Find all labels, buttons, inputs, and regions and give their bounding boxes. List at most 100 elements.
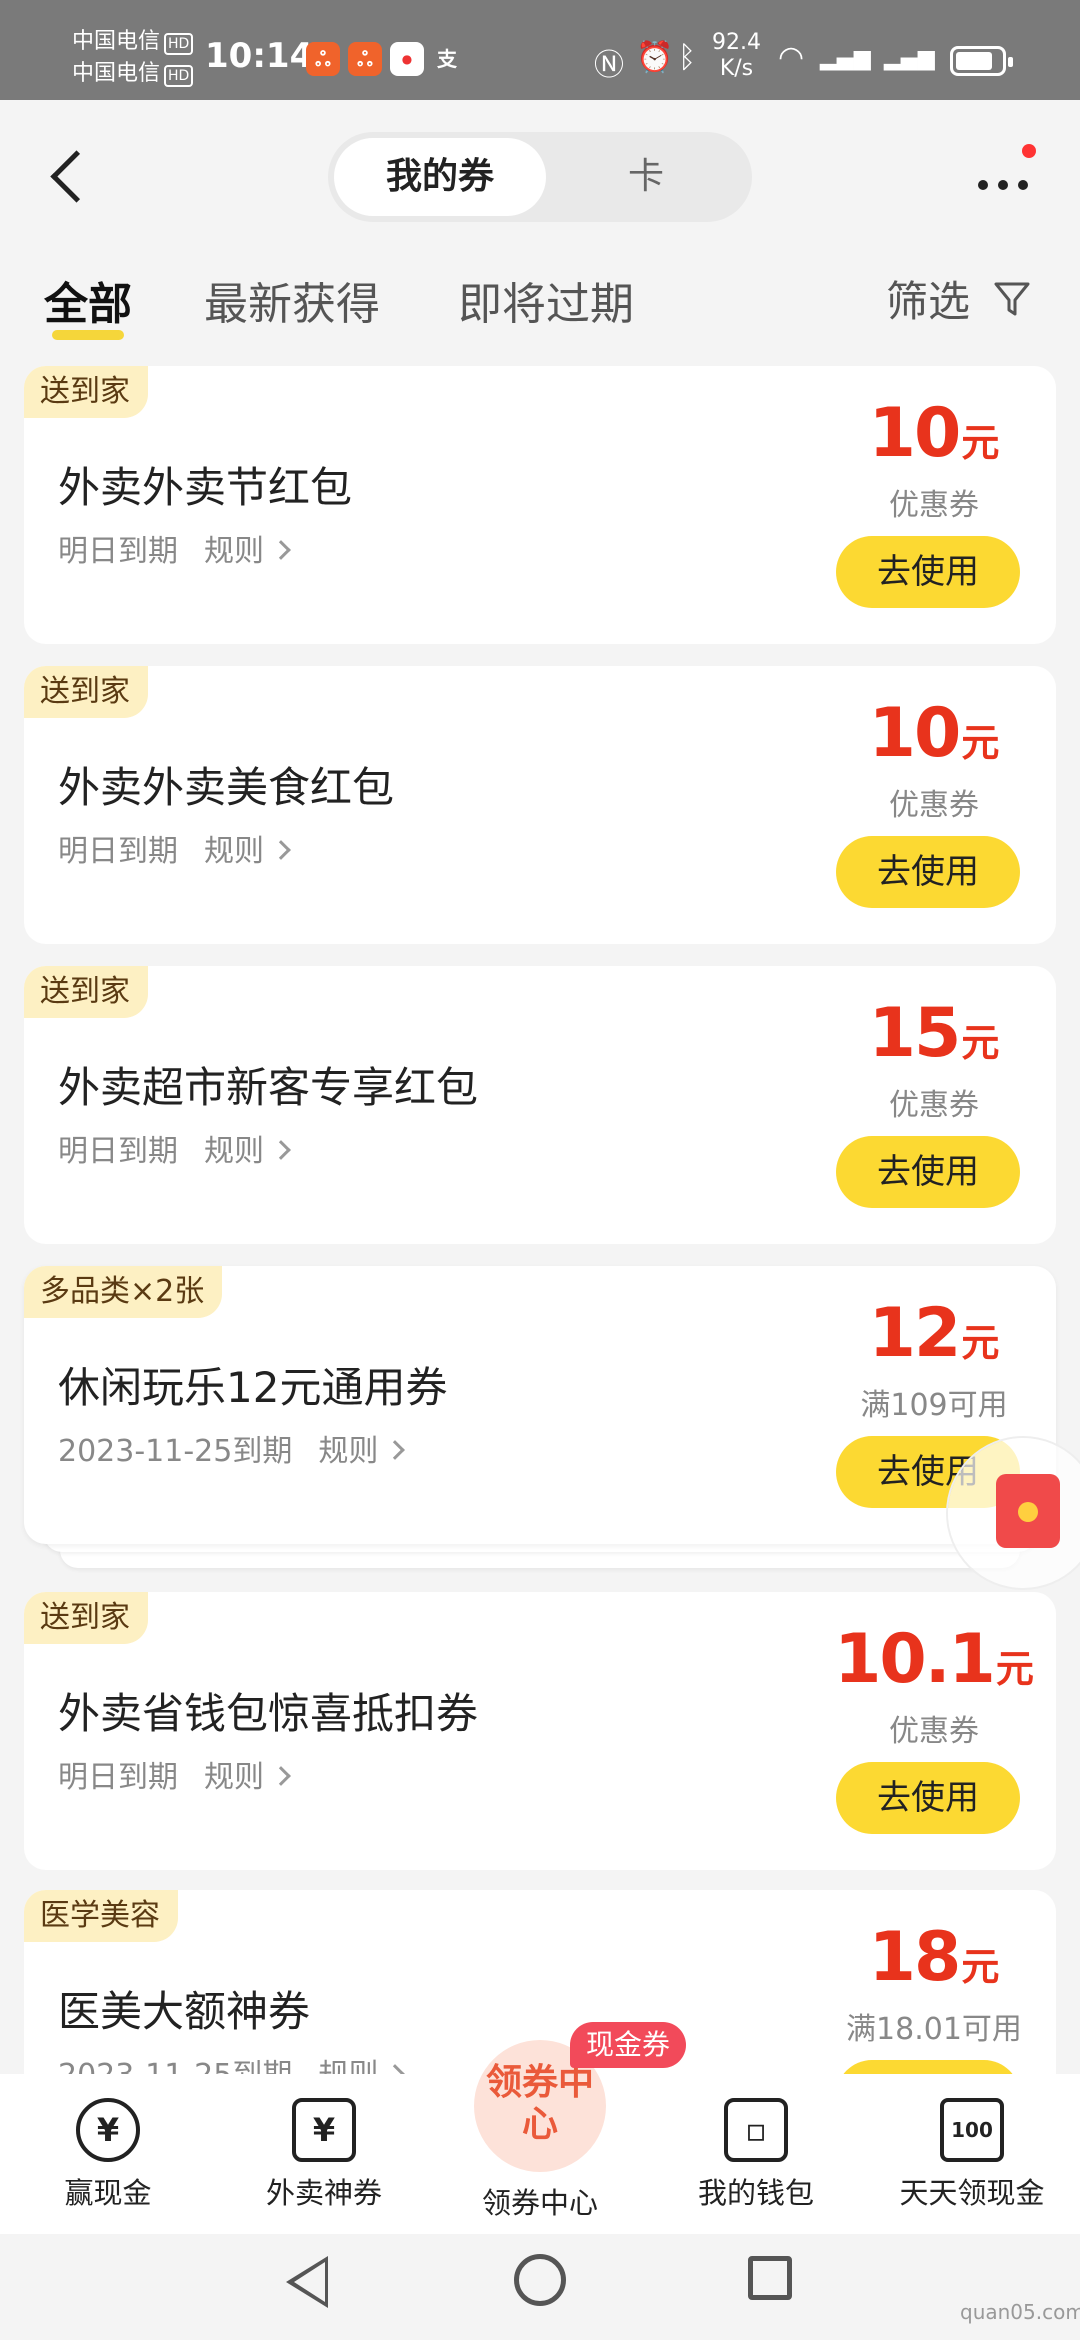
coupon-title: 医美大额神券: [58, 1987, 311, 2036]
nav-label: 天天领现金: [899, 2176, 1045, 2210]
coupon-expiry: 明日到期: [58, 1134, 178, 1169]
coupon-subtitle: 优惠券: [889, 1088, 979, 1123]
ilook-app-icon: ●: [390, 42, 424, 76]
system-home-icon[interactable]: [514, 2254, 566, 2306]
coupon-amount: 12元: [824, 1294, 1044, 1373]
app-notification-icon: ஃ: [306, 42, 340, 76]
coupon-tag: 送到家: [24, 1592, 148, 1644]
back-button[interactable]: [40, 144, 100, 214]
nav-coupon-center[interactable]: 领券中心: [440, 2180, 640, 2222]
coupon-rule-link[interactable]: 规则: [204, 834, 291, 869]
status-bar: 中国电信 HD 中国电信 HD 10:14 ஃ ஃ ● 支 Ⓝ ⏰ ᛒ 92.4 K/…: [0, 0, 1080, 100]
tab-cards[interactable]: 卡: [546, 138, 746, 216]
tab-my-coupons[interactable]: 我的券: [334, 138, 546, 216]
use-coupon-button[interactable]: 去使用: [836, 1136, 1020, 1208]
coupon-tag: 医学美容: [24, 1890, 178, 1942]
amount-unit: 元: [961, 421, 1000, 465]
cash-100-icon: 100: [940, 2098, 1004, 2162]
coupon-card[interactable]: 送到家 外卖外卖节红包 明日到期 规则 10元 优惠券 去使用: [24, 366, 1056, 644]
amount-value: 18: [868, 1918, 962, 1997]
coupon-subtitle: 优惠券: [889, 488, 979, 523]
filter-icon[interactable]: [994, 280, 1030, 320]
filter-tabs: 全部 最新获得 即将过期 筛选: [0, 260, 1080, 360]
amount-value: 12: [868, 1294, 962, 1373]
coupon-meta: 明日到期 规则: [58, 526, 291, 570]
network-speed: 92.4 K/s: [712, 30, 761, 82]
red-envelope-icon: [996, 1474, 1060, 1548]
amount-unit: 元: [961, 721, 1000, 765]
active-tab-underline: [52, 330, 124, 340]
coupon-rule-link[interactable]: 规则: [318, 1434, 406, 1469]
coupon-amount: 15元: [824, 994, 1044, 1073]
coupon-center-bubble-text: 领券中心: [485, 2062, 594, 2145]
coupon-meta: 明日到期 规则: [58, 1126, 291, 1170]
nav-label: 外卖神券: [265, 2176, 382, 2210]
yuan-coin-icon: ¥: [76, 2098, 140, 2162]
coupon-rule-link[interactable]: 规则: [204, 1134, 291, 1169]
use-coupon-button[interactable]: 去使用: [836, 536, 1020, 608]
amount-value: 10.1: [834, 1620, 996, 1699]
app-notification-icon: ஃ: [348, 42, 382, 76]
nav-my-wallet[interactable]: ▫ 我的钱包: [656, 2098, 856, 2212]
tab-newest[interactable]: 最新获得: [204, 268, 380, 332]
use-coupon-button[interactable]: 去使用: [836, 1762, 1020, 1834]
coupon-amount: 10元: [824, 694, 1044, 773]
chevron-right-icon: [271, 539, 291, 560]
nav-label: 赢现金: [64, 2176, 152, 2210]
signal-4g-icon: ▂▄▆: [884, 46, 935, 71]
rule-label: 规则: [204, 1760, 264, 1795]
battery-icon: [950, 46, 1013, 76]
coupon-rule-link[interactable]: 规则: [204, 1760, 291, 1795]
amount-unit: 元: [961, 1321, 1000, 1365]
watermark: quan05.com: [960, 2300, 1080, 2324]
filter-button[interactable]: 筛选: [886, 268, 970, 329]
coupon-expiry: 明日到期: [58, 1760, 178, 1795]
coupon-meta: 2023-11-25到期规则: [58, 1426, 406, 1470]
coupon-amount: 18元: [824, 1918, 1044, 1997]
more-options-button[interactable]: [970, 160, 1050, 210]
chevron-right-icon: [271, 839, 291, 860]
nav-label: 领券中心: [481, 2186, 598, 2220]
tab-all[interactable]: 全部: [44, 268, 132, 332]
nav-label: 我的钱包: [697, 2176, 814, 2210]
chevron-right-icon: [271, 1139, 291, 1160]
nav-takeout-coupons[interactable]: ¥ 外卖神券: [224, 2098, 424, 2212]
coupon-card[interactable]: 送到家 外卖外卖美食红包 明日到期 规则 10元 优惠券 去使用: [24, 666, 1056, 944]
wallet-icon: ▫: [724, 2098, 788, 2162]
coupon-expiry: 明日到期: [58, 834, 178, 869]
coupon-subtitle: 优惠券: [889, 788, 979, 823]
alarm-icon: ⏰: [636, 40, 674, 75]
tab-expiring[interactable]: 即将过期: [458, 268, 634, 332]
coupon-meta: 明日到期 规则: [58, 1752, 291, 1796]
signal-5g-icon: ▂▄▆: [820, 46, 871, 71]
coupon-title: 休闲玩乐12元通用券: [58, 1363, 448, 1412]
notification-dot: [1022, 144, 1036, 158]
nav-win-cash[interactable]: ¥ 赢现金: [8, 2098, 208, 2212]
amount-unit: 元: [961, 1945, 1000, 1989]
amount-unit: 元: [961, 1021, 1000, 1065]
coupon-card[interactable]: 多品类×2张 休闲玩乐12元通用券 2023-11-25到期 规则 12元 满10…: [24, 1266, 1056, 1544]
segment-control: 我的券 卡: [328, 132, 752, 222]
coupon-subtitle: 满18.01可用: [846, 2012, 1022, 2047]
coupon-tag: 送到家: [24, 666, 148, 718]
coupon-title: 外卖外卖节红包: [58, 463, 353, 512]
use-coupon-button[interactable]: 去使用: [836, 836, 1020, 908]
rule-label: 规则: [204, 1134, 264, 1169]
bottom-nav: ¥ 赢现金 ¥ 外卖神券 领券中心 现金券 领券中心 ▫ 我的钱包 100 天天…: [0, 2022, 1080, 2234]
coupon-title: 外卖超市新客专享红包: [58, 1063, 479, 1112]
coupon-rule-link[interactable]: 规则: [204, 534, 291, 569]
system-back-icon[interactable]: [286, 2256, 328, 2308]
wifi-icon: ◠: [778, 40, 805, 75]
carrier-2: 中国电信 HD: [72, 60, 194, 88]
carrier-1: 中国电信 HD: [72, 28, 194, 56]
coupon-tag: 多品类×2张: [24, 1266, 223, 1318]
coupon-title: 外卖外卖美食红包: [58, 763, 395, 812]
coupon-expiry: 2023-11-25到期: [58, 1434, 293, 1469]
speed-unit: K/s: [719, 56, 754, 81]
nav-daily-cash[interactable]: 100 天天领现金: [872, 2098, 1072, 2212]
coupon-card[interactable]: 送到家 外卖超市新客专享红包 明日到期 规则 15元 优惠券 去使用: [24, 966, 1056, 1244]
coupon-subtitle: 满109可用: [860, 1388, 1008, 1423]
coupon-card[interactable]: 送到家 外卖省钱包惊喜抵扣券 明日到期 规则 10.1元 优惠券 去使用: [24, 1592, 1056, 1870]
system-recents-icon[interactable]: [748, 2256, 792, 2300]
nfc-icon: Ⓝ: [594, 48, 624, 83]
